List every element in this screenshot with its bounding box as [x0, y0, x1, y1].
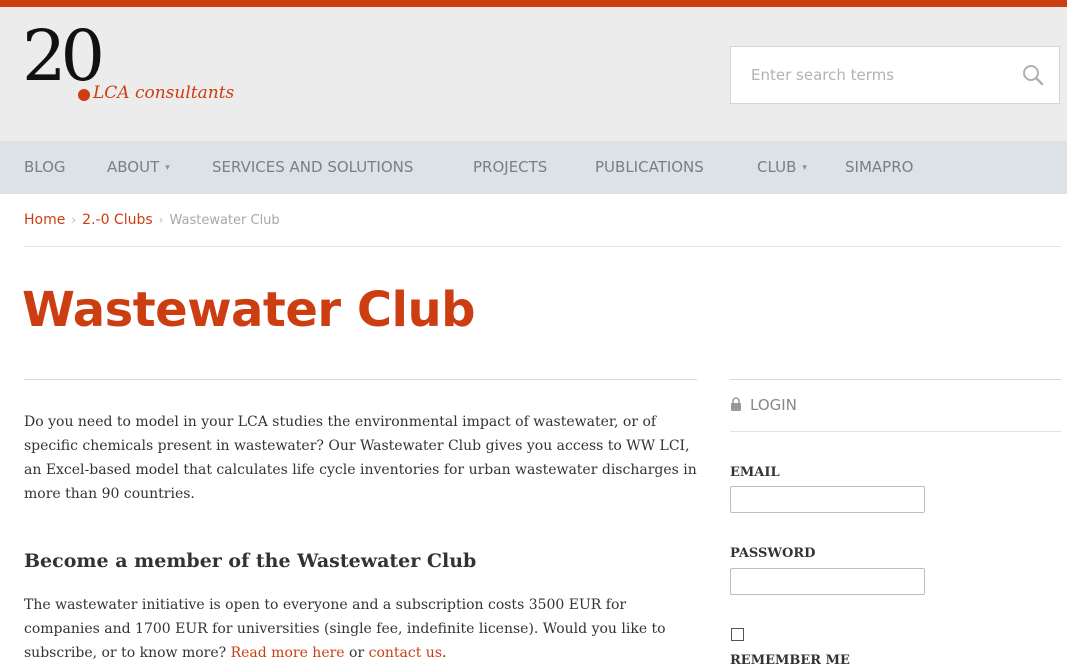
site-logo[interactable]: 20 LCA consultants	[22, 17, 282, 135]
search-box	[730, 46, 1060, 104]
section-heading: Become a member of the Wastewater Club	[24, 550, 477, 572]
membership-paragraph: The wastewater initiative is open to eve…	[24, 593, 697, 665]
search-input[interactable]	[731, 47, 1011, 103]
contact-us-link[interactable]: contact us	[369, 645, 442, 661]
membership-text-end: .	[442, 645, 447, 661]
password-field[interactable]	[730, 568, 925, 595]
logo-mark: 20	[22, 15, 105, 97]
sidebar-divider	[730, 431, 1061, 432]
email-field[interactable]	[730, 486, 925, 513]
logo-tagline: LCA consultants	[93, 83, 235, 103]
nav-label: SIMAPRO	[845, 158, 914, 176]
main-nav: BLOG ABOUT ▾ SERVICES AND SOLUTIONS PROJE…	[0, 141, 1067, 194]
logo-dot	[78, 89, 90, 101]
breadcrumb-separator: ›	[158, 213, 164, 227]
nav-item-about[interactable]: ABOUT ▾	[107, 141, 170, 194]
chevron-down-icon: ▾	[165, 163, 170, 173]
nav-label: ABOUT	[107, 158, 160, 176]
nav-label: SERVICES AND SOLUTIONS	[212, 158, 414, 176]
breadcrumb-current: Wastewater Club	[169, 213, 280, 228]
nav-label: CLUB	[757, 158, 797, 176]
email-label: EMAIL	[730, 465, 780, 480]
breadcrumb-home[interactable]: Home	[24, 212, 65, 228]
nav-item-simapro[interactable]: SIMAPRO	[845, 141, 913, 194]
nav-label: PROJECTS	[473, 158, 548, 176]
sidebar-divider	[730, 379, 1061, 380]
page-title: Wastewater Club	[22, 282, 476, 338]
site-header: 20 LCA consultants	[0, 7, 1067, 141]
remember-me-label: REMEMBER ME	[730, 653, 850, 668]
password-label: PASSWORD	[730, 546, 816, 561]
search-icon[interactable]	[1021, 63, 1045, 87]
nav-label: PUBLICATIONS	[595, 158, 704, 176]
lock-icon	[731, 397, 741, 411]
divider	[24, 246, 1061, 247]
intro-paragraph: Do you need to model in your LCA studies…	[24, 414, 697, 502]
login-heading: LOGIN	[730, 396, 797, 414]
chevron-down-icon: ▾	[802, 163, 807, 173]
nav-item-blog[interactable]: BLOG	[24, 141, 66, 194]
remember-me-checkbox[interactable]	[731, 628, 744, 641]
read-more-link[interactable]: Read more here	[231, 645, 345, 661]
top-accent-bar	[0, 0, 1067, 7]
nav-item-projects[interactable]: PROJECTS	[473, 141, 547, 194]
nav-item-services-and-solutions[interactable]: SERVICES AND SOLUTIONS	[212, 141, 413, 194]
nav-label: BLOG	[24, 158, 66, 176]
nav-item-publications[interactable]: PUBLICATIONS	[595, 141, 704, 194]
breadcrumb-clubs[interactable]: 2.-0 Clubs	[82, 212, 153, 228]
breadcrumb: Home › 2.-0 Clubs › Wastewater Club	[24, 212, 280, 228]
nav-item-club[interactable]: CLUB ▾	[757, 141, 807, 194]
login-heading-label: LOGIN	[750, 396, 797, 414]
membership-text-or: or	[344, 645, 369, 661]
divider	[24, 379, 697, 380]
breadcrumb-separator: ›	[71, 213, 77, 227]
